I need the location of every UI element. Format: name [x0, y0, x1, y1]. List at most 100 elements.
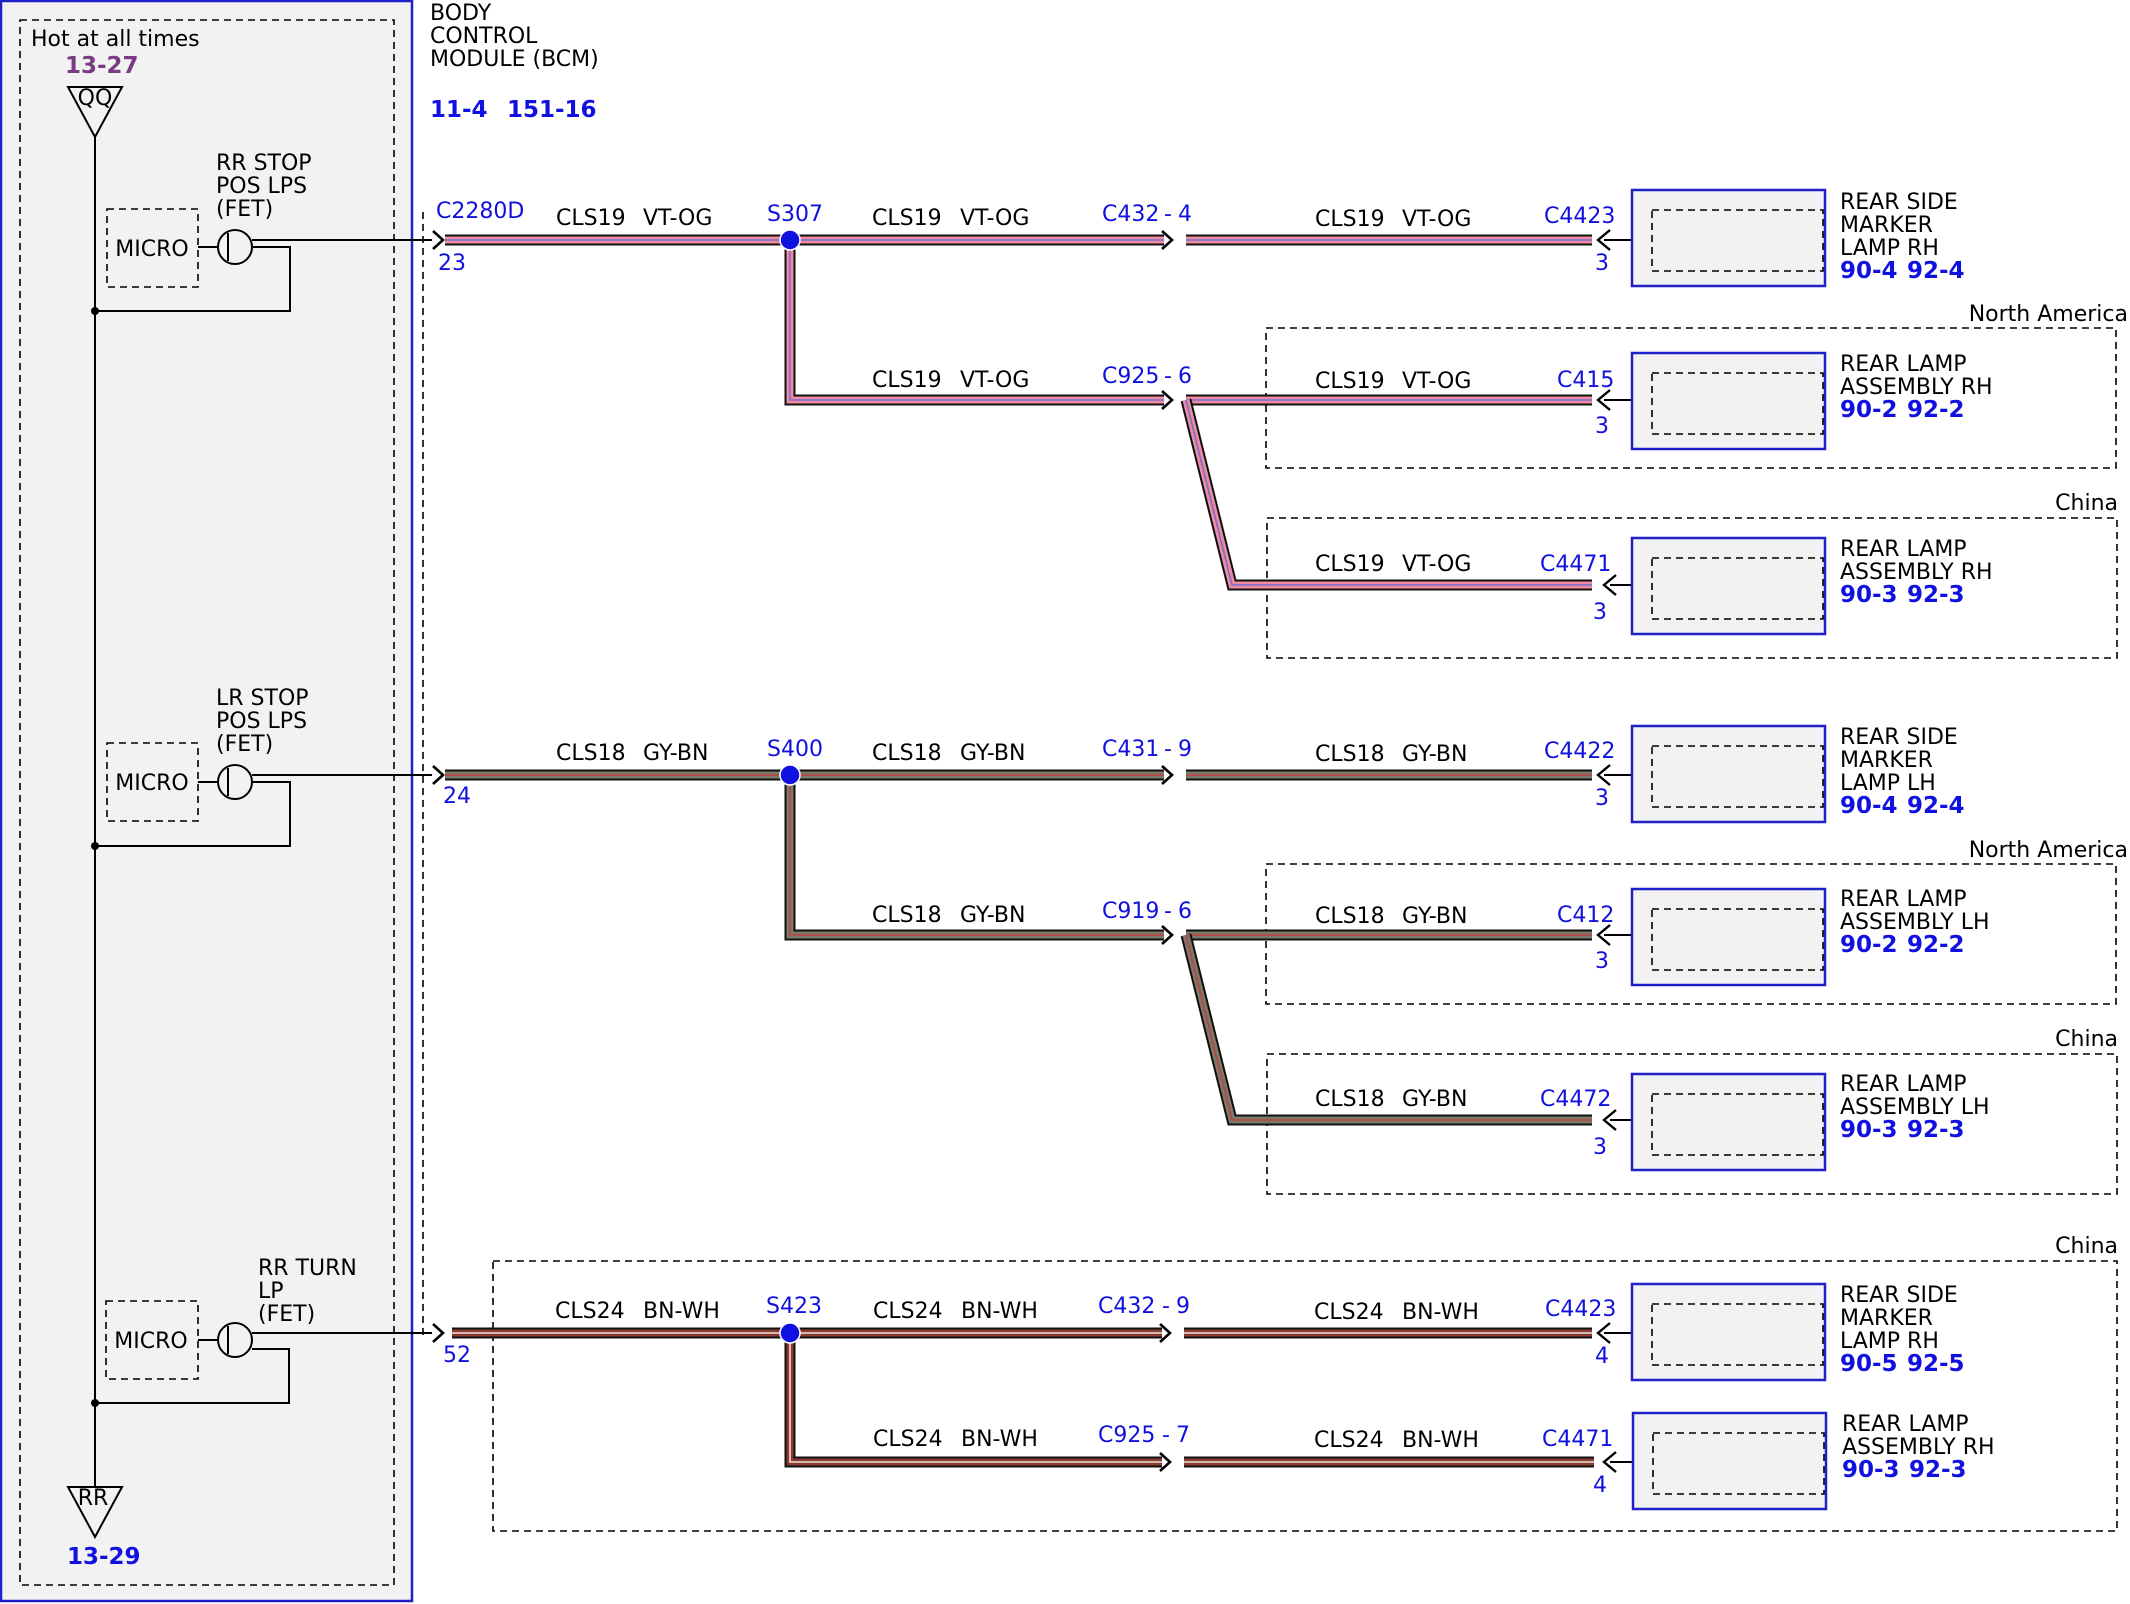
load-pin: 3	[1593, 600, 1607, 625]
wire-color: GY-BN	[1402, 1087, 1467, 1112]
inline-connector: C919	[1102, 899, 1159, 924]
inline-connector: C432	[1098, 1294, 1155, 1319]
wire-color: VT-OG	[1402, 207, 1471, 232]
load-ref-2: 92-2	[1907, 932, 1965, 958]
wire-label: CLS19	[1315, 369, 1385, 394]
load-name-line-1: REAR LAMP	[1840, 887, 1967, 912]
wire-color: GY-BN	[643, 741, 708, 766]
bcm-module: Hot at all times 13-27 QQ RR 13-29 MICRO…	[0, 0, 432, 1603]
wire-color: VT-OG	[643, 206, 712, 231]
load-connector: C4423	[1544, 204, 1615, 229]
wire-color: GY-BN	[1402, 904, 1467, 929]
load-name-line-1: REAR SIDE	[1840, 1283, 1958, 1308]
splice-label: S307	[767, 202, 823, 227]
bcm-ref-1: 11-4	[430, 97, 488, 123]
driver-name-line-1: RR TURN	[258, 1256, 357, 1281]
load-connector: C4423	[1545, 1297, 1616, 1322]
splice-dot	[779, 1322, 801, 1344]
wire-color: BN-WH	[643, 1299, 720, 1324]
driver-name-line-2: LP	[258, 1279, 284, 1304]
driver-name-line-1: LR STOP	[216, 686, 309, 711]
load-rear-lamp-assembly-rh-turn: REAR LAMP ASSEMBLY RH 90-3 92-3	[1631, 1411, 1995, 1511]
bus-junction	[91, 307, 99, 315]
bcm-pin: 24	[443, 784, 471, 809]
load-rear-lamp-assembly-rh-china: REAR LAMP ASSEMBLY RH 90-3 92-3	[1630, 536, 1993, 636]
splice-dot	[779, 764, 801, 786]
load-ref-2: 92-3	[1907, 582, 1965, 608]
micro-label: MICRO	[114, 1329, 187, 1354]
inline-connector: C431	[1102, 737, 1159, 762]
load-name-line-1: REAR LAMP	[1840, 352, 1967, 377]
wire-label: CLS18	[1315, 904, 1385, 929]
wire-color: VT-OG	[960, 368, 1029, 393]
wiring-diagram: Hot at all times 13-27 QQ RR 13-29 MICRO…	[0, 0, 2128, 1603]
driver-name-line-2: POS LPS	[216, 709, 307, 734]
inline-pin: 9	[1176, 1294, 1190, 1319]
connector-arrow-icon	[432, 765, 445, 785]
wire-stripe	[1185, 399, 1592, 586]
load-name-line-2: MARKER	[1840, 213, 1933, 238]
load-connector: C4471	[1540, 552, 1611, 577]
micro-label: MICRO	[115, 771, 188, 796]
splice-label: S400	[767, 737, 823, 762]
load-ref-2: 92-3	[1907, 1117, 1965, 1143]
load-rear-lamp-assembly-lh-china: REAR LAMP ASSEMBLY LH 90-3 92-3	[1630, 1072, 1990, 1172]
power-label: Hot at all times	[31, 27, 200, 52]
wire-color: BN-WH	[961, 1427, 1038, 1452]
load-rear-side-marker-lamp-rh: REAR SIDE MARKER LAMP RH 90-4 92-4	[1630, 188, 1965, 288]
load-ref-1: 90-3	[1840, 1117, 1898, 1143]
inline-dash: -	[1164, 202, 1172, 227]
driver-name-line-3: (FET)	[216, 732, 273, 757]
load-ref-2: 92-3	[1909, 1457, 1967, 1483]
bcm-name-line-2: CONTROL	[430, 24, 538, 49]
wire-outline	[1180, 933, 1592, 1126]
load-name-line-1: REAR LAMP	[1842, 1412, 1969, 1437]
load-ref-2: 92-4	[1907, 258, 1965, 284]
bcm-name-line-3: MODULE (BCM)	[430, 47, 599, 72]
bcm-ref-2: 151-16	[507, 97, 597, 123]
option-label-china-3: China	[2055, 1234, 2118, 1259]
bus-junction	[91, 842, 99, 850]
load-ref-1: 90-3	[1842, 1457, 1900, 1483]
option-label-north-america-2: North America	[1969, 838, 2128, 863]
wires	[432, 229, 1652, 1473]
inline-dash: -	[1162, 1294, 1170, 1319]
wire-label: CLS24	[873, 1427, 943, 1452]
inline-connector: C925	[1098, 1423, 1155, 1448]
load-ref-1: 90-4	[1840, 258, 1898, 284]
circuit-cls19: 23 CLS19 VT-OG S307 CLS19 VT-OG C432 - 4…	[438, 202, 1615, 625]
load-ref-2: 92-4	[1907, 793, 1965, 819]
inline-connector: C432	[1102, 202, 1159, 227]
power-bottom-ref: 13-29	[67, 1544, 141, 1570]
inline-pin: 4	[1178, 202, 1192, 227]
load-ref-1: 90-2	[1840, 932, 1898, 958]
wire-insulation	[1182, 399, 1592, 589]
inline-dash: -	[1162, 1423, 1170, 1448]
load-name-line-1: REAR LAMP	[1840, 537, 1967, 562]
inline-pin: 7	[1176, 1423, 1190, 1448]
load-name-line-1: REAR SIDE	[1840, 725, 1958, 750]
inline-pin: 9	[1178, 737, 1192, 762]
option-label-china-2: China	[2055, 1027, 2118, 1052]
load-name-line-1: REAR SIDE	[1840, 190, 1958, 215]
load-rear-side-marker-lamp-rh-turn: REAR SIDE MARKER LAMP RH 90-5 92-5	[1630, 1282, 1965, 1382]
load-ref-2: 92-5	[1907, 1351, 1965, 1377]
wire-color: GY-BN	[960, 903, 1025, 928]
power-top-ref: 13-27	[65, 53, 139, 79]
load-name-line-2: MARKER	[1840, 1306, 1933, 1331]
option-label-china-1: China	[2055, 491, 2118, 516]
load-pin: 4	[1595, 1344, 1609, 1369]
inline-pin: 6	[1178, 364, 1192, 389]
wire-label: CLS24	[1314, 1300, 1384, 1325]
bcm-pin: 52	[443, 1343, 471, 1368]
load-ref-1: 90-3	[1840, 582, 1898, 608]
load-ref-2: 92-2	[1907, 397, 1965, 423]
bcm-header: BODY CONTROL MODULE (BCM) 11-4 151-16	[430, 1, 599, 123]
load-pin: 3	[1595, 414, 1609, 439]
load-rear-side-marker-lamp-lh: REAR SIDE MARKER LAMP LH 90-4 92-4	[1630, 724, 1965, 824]
load-ref-1: 90-4	[1840, 793, 1898, 819]
wire-color: BN-WH	[1402, 1300, 1479, 1325]
splice-dot	[779, 229, 801, 251]
inline-connector: C925	[1102, 364, 1159, 389]
wire-label: CLS19	[872, 206, 942, 231]
